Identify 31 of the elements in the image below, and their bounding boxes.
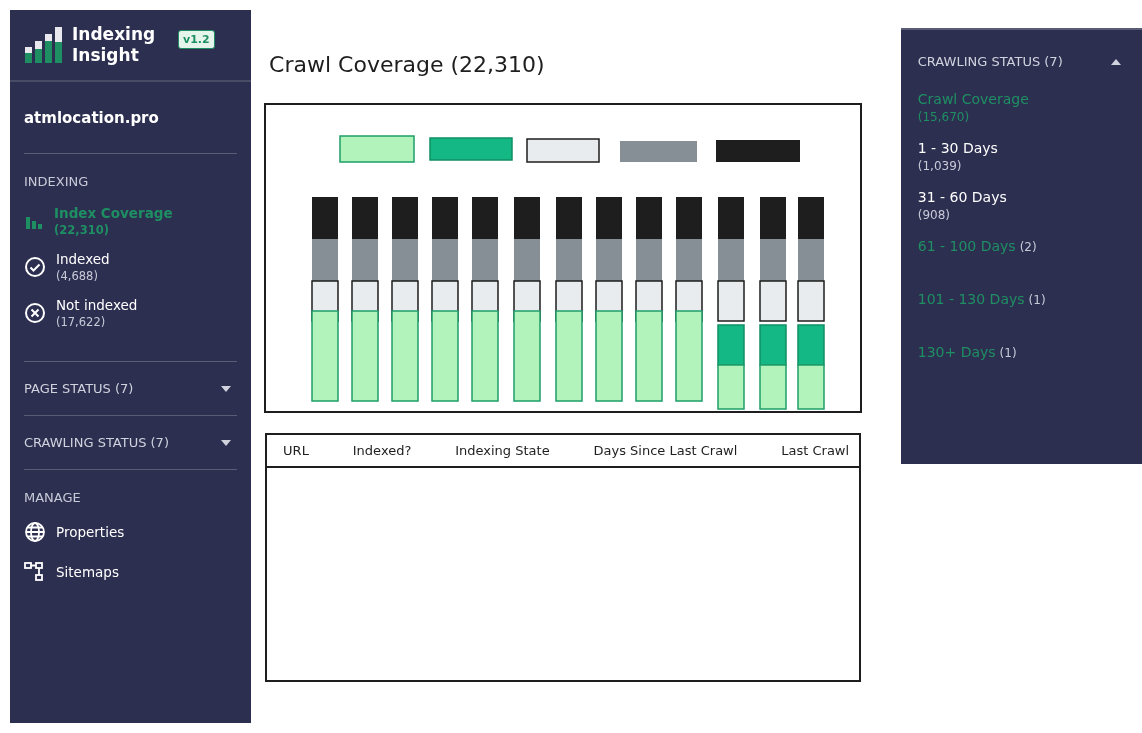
collapsible-header[interactable]: PAGE STATUS (7) xyxy=(24,362,238,416)
nav-item[interactable]: 1 - 30 Days (1,039) xyxy=(917,140,1125,173)
version-badge: v1.2 xyxy=(178,29,215,49)
nav-item[interactable]: Not indexed (17,622) xyxy=(24,297,238,329)
sitemap-icon xyxy=(24,561,46,583)
nav-item[interactable]: Indexed (4,688) xyxy=(24,251,238,283)
column-header: Days Since Last Crawl xyxy=(593,443,738,458)
app-name: Indexing Insight xyxy=(72,24,157,66)
x-circle-icon xyxy=(24,302,46,324)
nav-item[interactable]: 31 - 60 Days (908) xyxy=(917,189,1125,222)
globe-icon xyxy=(24,521,46,543)
nav-item[interactable]: Sitemaps xyxy=(24,561,238,583)
nav-item[interactable]: Properties xyxy=(24,521,238,543)
caret-icon xyxy=(221,439,232,446)
collapsible-header[interactable]: CRAWLING STATUS (7) xyxy=(24,416,238,470)
column-header: URL xyxy=(283,443,309,458)
column-header: Indexing State xyxy=(455,443,550,458)
column-header: Indexed? xyxy=(352,443,412,458)
section-heading: INDEXING xyxy=(24,174,90,189)
property-name: atmlocation.pro xyxy=(24,82,238,154)
nav-item[interactable]: 130+ Days (1) xyxy=(917,344,1125,360)
nav-item[interactable]: 61 - 100 Days (2) xyxy=(917,238,1125,254)
collapsible-header[interactable]: CRAWLING STATUS (7) xyxy=(917,30,1125,91)
caret-icon xyxy=(1111,58,1121,65)
check-circle-icon xyxy=(24,256,46,278)
nav-item[interactable]: 101 - 130 Days (1) xyxy=(917,291,1125,307)
section-heading: MANAGE xyxy=(24,490,82,505)
caret-icon xyxy=(221,385,232,392)
bar-chart-logo-icon xyxy=(24,27,62,63)
page-title: Crawl Coverage (22,310) xyxy=(269,52,546,77)
column-header: Last Crawl xyxy=(781,443,850,458)
